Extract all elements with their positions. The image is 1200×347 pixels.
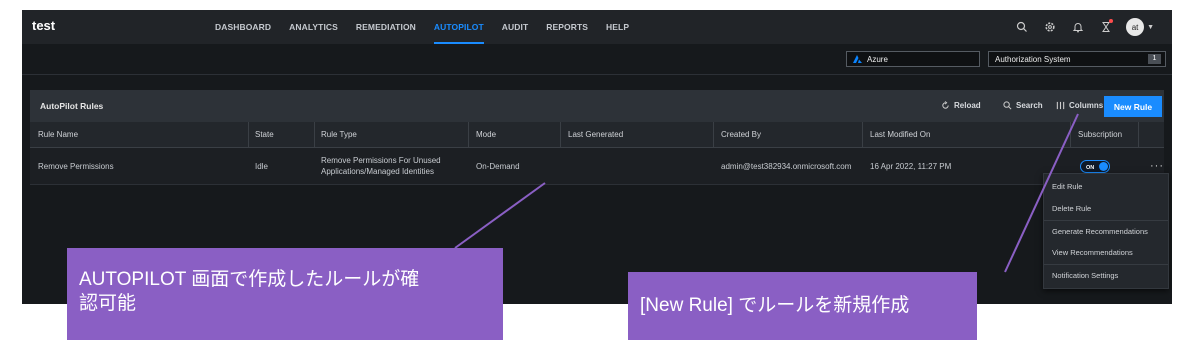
left-callout-line2: 認可能 — [79, 293, 137, 314]
right-callout: [New Rule] でルールを新規作成 — [628, 272, 977, 340]
left-callout-line1: AUTOPILOT 画面で作成したルールが確 — [79, 269, 420, 290]
right-callout-text: [New Rule] でルールを新規作成 — [640, 295, 910, 316]
left-callout: AUTOPILOT 画面で作成したルールが確 認可能 — [67, 248, 503, 340]
right-callout-pointer — [1004, 113, 1079, 273]
left-callout-pointer — [454, 182, 546, 249]
